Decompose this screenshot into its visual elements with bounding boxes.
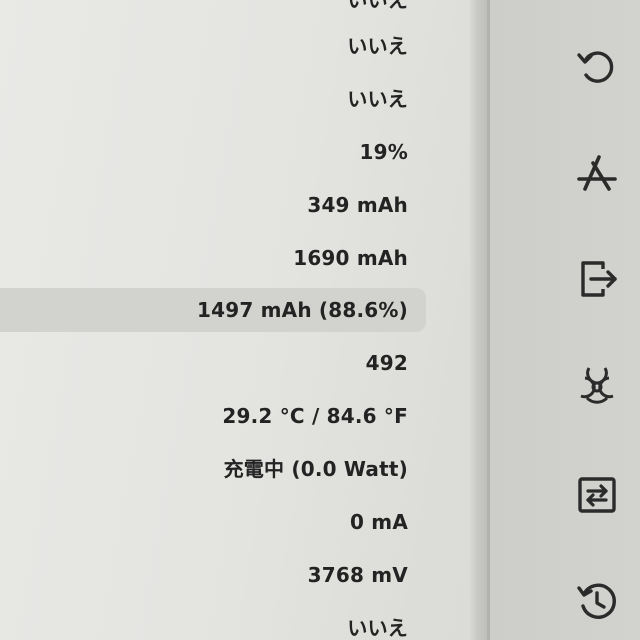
value-row-12: いいえ	[0, 606, 408, 640]
biohazard-icon	[580, 367, 614, 404]
battery-values-list: いいえ いいえ いいえ 19% 349 mAh 1690 mAh 1497 mA…	[0, 0, 430, 640]
value-text: 充電中 (0.0 Watt)	[223, 457, 408, 481]
value-row-4: 349 mAh	[0, 183, 408, 227]
value-text: いいえ	[347, 616, 408, 640]
history-button[interactable]	[570, 575, 624, 629]
history-icon	[577, 583, 616, 619]
biohazard-button[interactable]	[570, 357, 624, 411]
exit-button[interactable]	[570, 252, 624, 306]
value-text: 349 mAh	[307, 193, 408, 217]
value-row-10: 0 mA	[0, 500, 408, 544]
value-text: 19%	[359, 140, 408, 164]
refresh-button[interactable]	[570, 40, 624, 94]
value-row-6-selected[interactable]: 1497 mAh (88.6%)	[0, 288, 426, 332]
value-row-3: 19%	[0, 130, 408, 174]
value-text: いいえ	[347, 34, 408, 58]
side-toolbar	[490, 0, 640, 640]
value-row-8: 29.2 °C / 84.6 °F	[0, 394, 408, 438]
value-text: 1690 mAh	[293, 246, 408, 270]
value-row-7: 492	[0, 341, 408, 385]
value-text: 3768 mV	[307, 563, 408, 587]
value-text: いいえ	[347, 0, 408, 12]
value-row-11: 3768 mV	[0, 553, 408, 597]
value-row-9: 充電中 (0.0 Watt)	[0, 447, 408, 491]
switch-icon	[578, 477, 616, 513]
value-text: 0 mA	[350, 510, 408, 534]
panel-divider	[470, 0, 488, 640]
value-row-0: いいえ	[0, 0, 408, 22]
exit-icon	[581, 261, 617, 297]
value-text: 1497 mAh (88.6%)	[196, 298, 408, 322]
value-row-2: いいえ	[0, 77, 408, 121]
value-row-5: 1690 mAh	[0, 236, 408, 280]
app-store-icon	[577, 155, 617, 191]
app-store-button[interactable]	[570, 146, 624, 200]
value-text: 492	[365, 351, 408, 375]
switch-button[interactable]	[570, 468, 624, 522]
refresh-icon	[577, 51, 614, 83]
battery-info-window: いいえ いいえ いいえ 19% 349 mAh 1690 mAh 1497 mA…	[0, 0, 640, 640]
value-text: 29.2 °C / 84.6 °F	[222, 404, 408, 428]
value-text: いいえ	[347, 87, 408, 111]
value-row-1: いいえ	[0, 24, 408, 68]
